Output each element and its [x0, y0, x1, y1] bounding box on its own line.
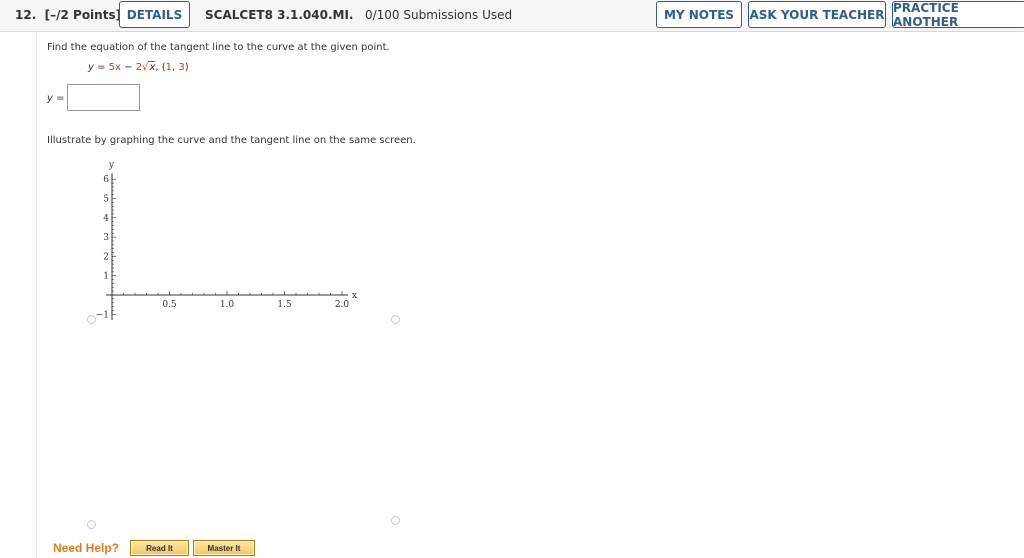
- equation: y = 5x − 2√x, (1, 3): [88, 61, 189, 73]
- y-tick-label: −1: [96, 310, 109, 320]
- y-axis-label: y: [108, 160, 115, 170]
- y-tick-label: 5: [103, 195, 109, 205]
- x-tick-label: 1.0: [220, 300, 235, 310]
- assignment-info: SCALCET8 3.1.040.MI. 0/100 Submissions U…: [205, 8, 512, 22]
- submissions-count: 0/100 Submissions Used: [364, 8, 513, 22]
- read-it-button[interactable]: Read It: [130, 540, 189, 556]
- graph-option-c[interactable]: [60, 352, 380, 532]
- illustrate-prompt: Illustrate by graphing the curve and the…: [47, 135, 416, 146]
- x-tick-label: 1.5: [277, 300, 292, 310]
- graph-option-d[interactable]: [380, 352, 700, 532]
- need-help-label: Need Help?: [53, 541, 120, 555]
- my-notes-button[interactable]: MY NOTES: [656, 1, 742, 28]
- point-close: ): [184, 62, 189, 73]
- details-button[interactable]: DETAILS: [119, 1, 190, 28]
- equation-term-5x: 5x: [108, 62, 121, 73]
- question-prompt: Find the equation of the tangent line to…: [47, 42, 390, 53]
- graph-option-b[interactable]: [380, 148, 700, 338]
- radio-option-b[interactable]: [391, 315, 400, 324]
- equation-minus: −: [120, 62, 136, 73]
- x-axis-label: x: [352, 291, 357, 301]
- radio-option-a[interactable]: [87, 315, 96, 324]
- x-tick-label: 2.0: [335, 300, 350, 310]
- content-left-border: [36, 32, 37, 558]
- y-tick-label: 3: [103, 233, 109, 243]
- master-it-button[interactable]: Master It: [193, 540, 255, 556]
- radio-option-c[interactable]: [87, 520, 96, 529]
- graph-option-a[interactable]: x y 0.5 1.0 1.5 2.0 −1 1 2 3 4 5 6: [60, 148, 380, 338]
- assignment-id: SCALCET8 3.1.040.MI.: [205, 8, 354, 22]
- practice-another-button[interactable]: PRACTICE ANOTHER: [892, 1, 1024, 29]
- points-label: [–/2 Points]: [44, 8, 122, 22]
- radio-option-d[interactable]: [391, 516, 400, 525]
- question-number-text: 12.: [15, 8, 37, 22]
- equation-lhs: y =: [88, 62, 109, 73]
- y-tick-label: 2: [103, 252, 109, 262]
- answer-label: y =: [47, 93, 65, 104]
- x-tick-label: 0.5: [162, 300, 177, 310]
- question-header: 12. [–/2 Points] DETAILS SCALCET8 3.1.04…: [0, 0, 1024, 32]
- y-tick-label: 1: [103, 272, 109, 282]
- ask-your-teacher-button[interactable]: ASK YOUR TEACHER: [748, 1, 886, 28]
- equation-comma: , (: [155, 62, 166, 73]
- y-tick-label: 6: [103, 175, 109, 185]
- y-tick-label: 4: [103, 214, 109, 224]
- answer-input[interactable]: [67, 84, 140, 111]
- question-number: 12. [–/2 Points]: [15, 8, 121, 22]
